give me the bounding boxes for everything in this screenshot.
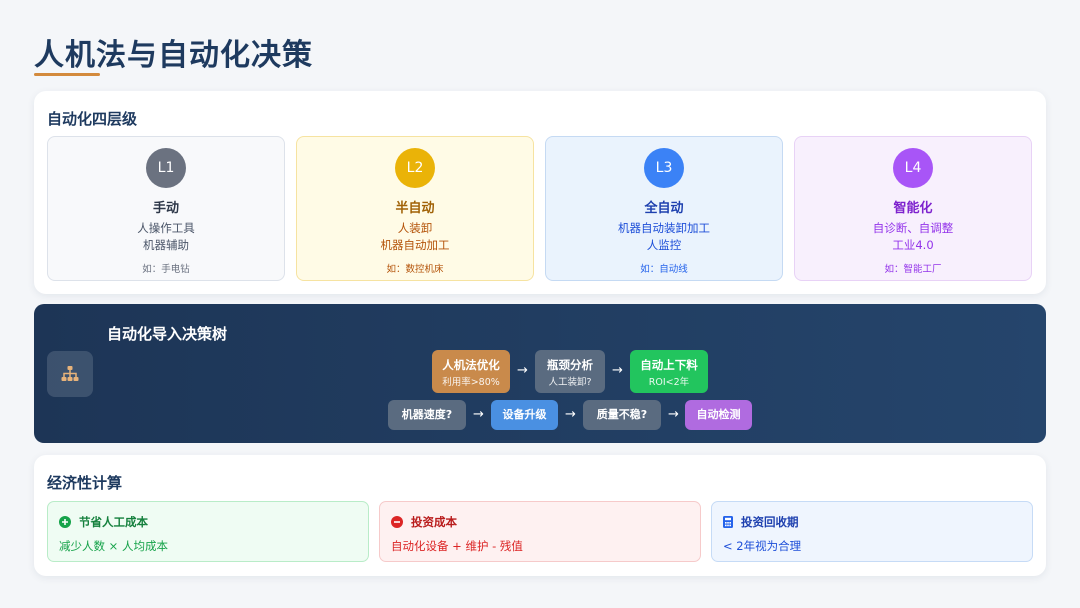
arrow-icon: → [668, 407, 679, 422]
econ-box-investment-cost: 投资成本 自动化设备 + 维护 - 残值 [379, 501, 701, 562]
sitemap-icon [61, 366, 79, 381]
level-desc-line: 工业4.0 [892, 238, 934, 252]
plus-circle-icon [59, 516, 71, 528]
econ-title: 投资回收期 [741, 515, 799, 529]
node-label: 瓶颈分析 [547, 358, 593, 372]
level-example: 如：数控机床 [386, 264, 444, 275]
level-desc-line: 人监控 [646, 238, 682, 252]
level-desc: 机器自动装卸加工 人监控 [546, 220, 782, 254]
arrow-icon: → [517, 363, 528, 378]
level-name: 全自动 [644, 201, 684, 216]
econ-text: 自动化设备 + 维护 - 残值 [391, 539, 523, 553]
econ-head: 投资回收期 [723, 514, 799, 530]
level-desc: 人装卸 机器自动加工 [297, 220, 533, 254]
level-desc: 自诊断、自调整 工业4.0 [795, 220, 1031, 254]
level-desc-line: 机器自动装卸加工 [618, 221, 710, 235]
arrow-icon: → [565, 407, 576, 422]
econ-text: 减少人数 × 人均成本 [59, 539, 168, 553]
level-badge: L3 [644, 148, 684, 188]
level-example: 如：手电钻 [142, 264, 190, 275]
node-sub: ROI<2年 [648, 377, 690, 388]
level-card-l1: L1 手动 人操作工具 机器辅助 如：手电钻 [47, 136, 285, 281]
node-machine-speed: 机器速度? [388, 400, 466, 430]
calculator-icon [723, 516, 733, 528]
arrow-icon: → [612, 363, 623, 378]
node-sub: 人工装卸? [548, 377, 592, 388]
economics-section-title: 经济性计算 [47, 474, 123, 492]
level-desc-line: 人装卸 [397, 221, 433, 235]
econ-text: < 2年视为合理 [723, 539, 802, 553]
level-desc-line: 机器自动加工 [380, 238, 450, 252]
decision-tree-title: 自动化导入决策树 [107, 325, 228, 343]
econ-box-payback: 投资回收期 < 2年视为合理 [711, 501, 1033, 562]
econ-head: 投资成本 [391, 514, 457, 530]
node-label: 人机法优化 [442, 358, 500, 372]
level-card-l3: L3 全自动 机器自动装卸加工 人监控 如：自动线 [545, 136, 783, 281]
economics-card: 经济性计算 节省人工成本 减少人数 × 人均成本 投资成本 自动化设备 + 维护… [34, 455, 1046, 576]
node-equipment-upgrade: 设备升级 [491, 400, 558, 430]
level-example: 如：智能工厂 [884, 264, 942, 275]
title-underline [34, 73, 100, 76]
page-title: 人机法与自动化决策 [34, 38, 313, 73]
econ-title: 节省人工成本 [79, 515, 148, 529]
level-name: 半自动 [395, 201, 435, 216]
level-name: 智能化 [893, 201, 933, 216]
node-auto-inspection: 自动检测 [685, 400, 752, 430]
decision-tree-card: 自动化导入决策树 人机法优化 利用率>80% → 瓶颈分析 人工装卸? → 自动… [34, 304, 1046, 443]
arrow-icon: → [473, 407, 484, 422]
level-desc: 人操作工具 机器辅助 [48, 220, 284, 254]
level-desc-line: 自诊断、自调整 [872, 221, 954, 235]
node-bottleneck: 瓶颈分析 人工装卸? [535, 350, 605, 393]
level-name: 手动 [152, 201, 179, 216]
level-badge: L1 [146, 148, 186, 188]
tree-icon-box [47, 351, 93, 397]
econ-head: 节省人工成本 [59, 514, 148, 530]
level-badge: L2 [395, 148, 435, 188]
node-auto-loading: 自动上下料 ROI<2年 [630, 350, 708, 393]
econ-box-labor-saving: 节省人工成本 减少人数 × 人均成本 [47, 501, 369, 562]
minus-circle-icon [391, 516, 403, 528]
level-badge: L4 [893, 148, 933, 188]
node-sub: 利用率>80% [442, 377, 500, 388]
econ-title: 投资成本 [411, 515, 457, 529]
levels-card: 自动化四层级 L1 手动 人操作工具 机器辅助 如：手电钻 L2 半自动 人装卸… [34, 91, 1046, 294]
node-hm-optimize: 人机法优化 利用率>80% [432, 350, 510, 393]
level-card-l4: L4 智能化 自诊断、自调整 工业4.0 如：智能工厂 [794, 136, 1032, 281]
level-example: 如：自动线 [640, 264, 688, 275]
levels-section-title: 自动化四层级 [47, 110, 138, 128]
node-label: 自动上下料 [640, 358, 698, 372]
level-card-l2: L2 半自动 人装卸 机器自动加工 如：数控机床 [296, 136, 534, 281]
level-desc-line: 人操作工具 [137, 221, 195, 235]
level-desc-line: 机器辅助 [143, 238, 189, 252]
node-quality-unstable: 质量不稳? [583, 400, 661, 430]
